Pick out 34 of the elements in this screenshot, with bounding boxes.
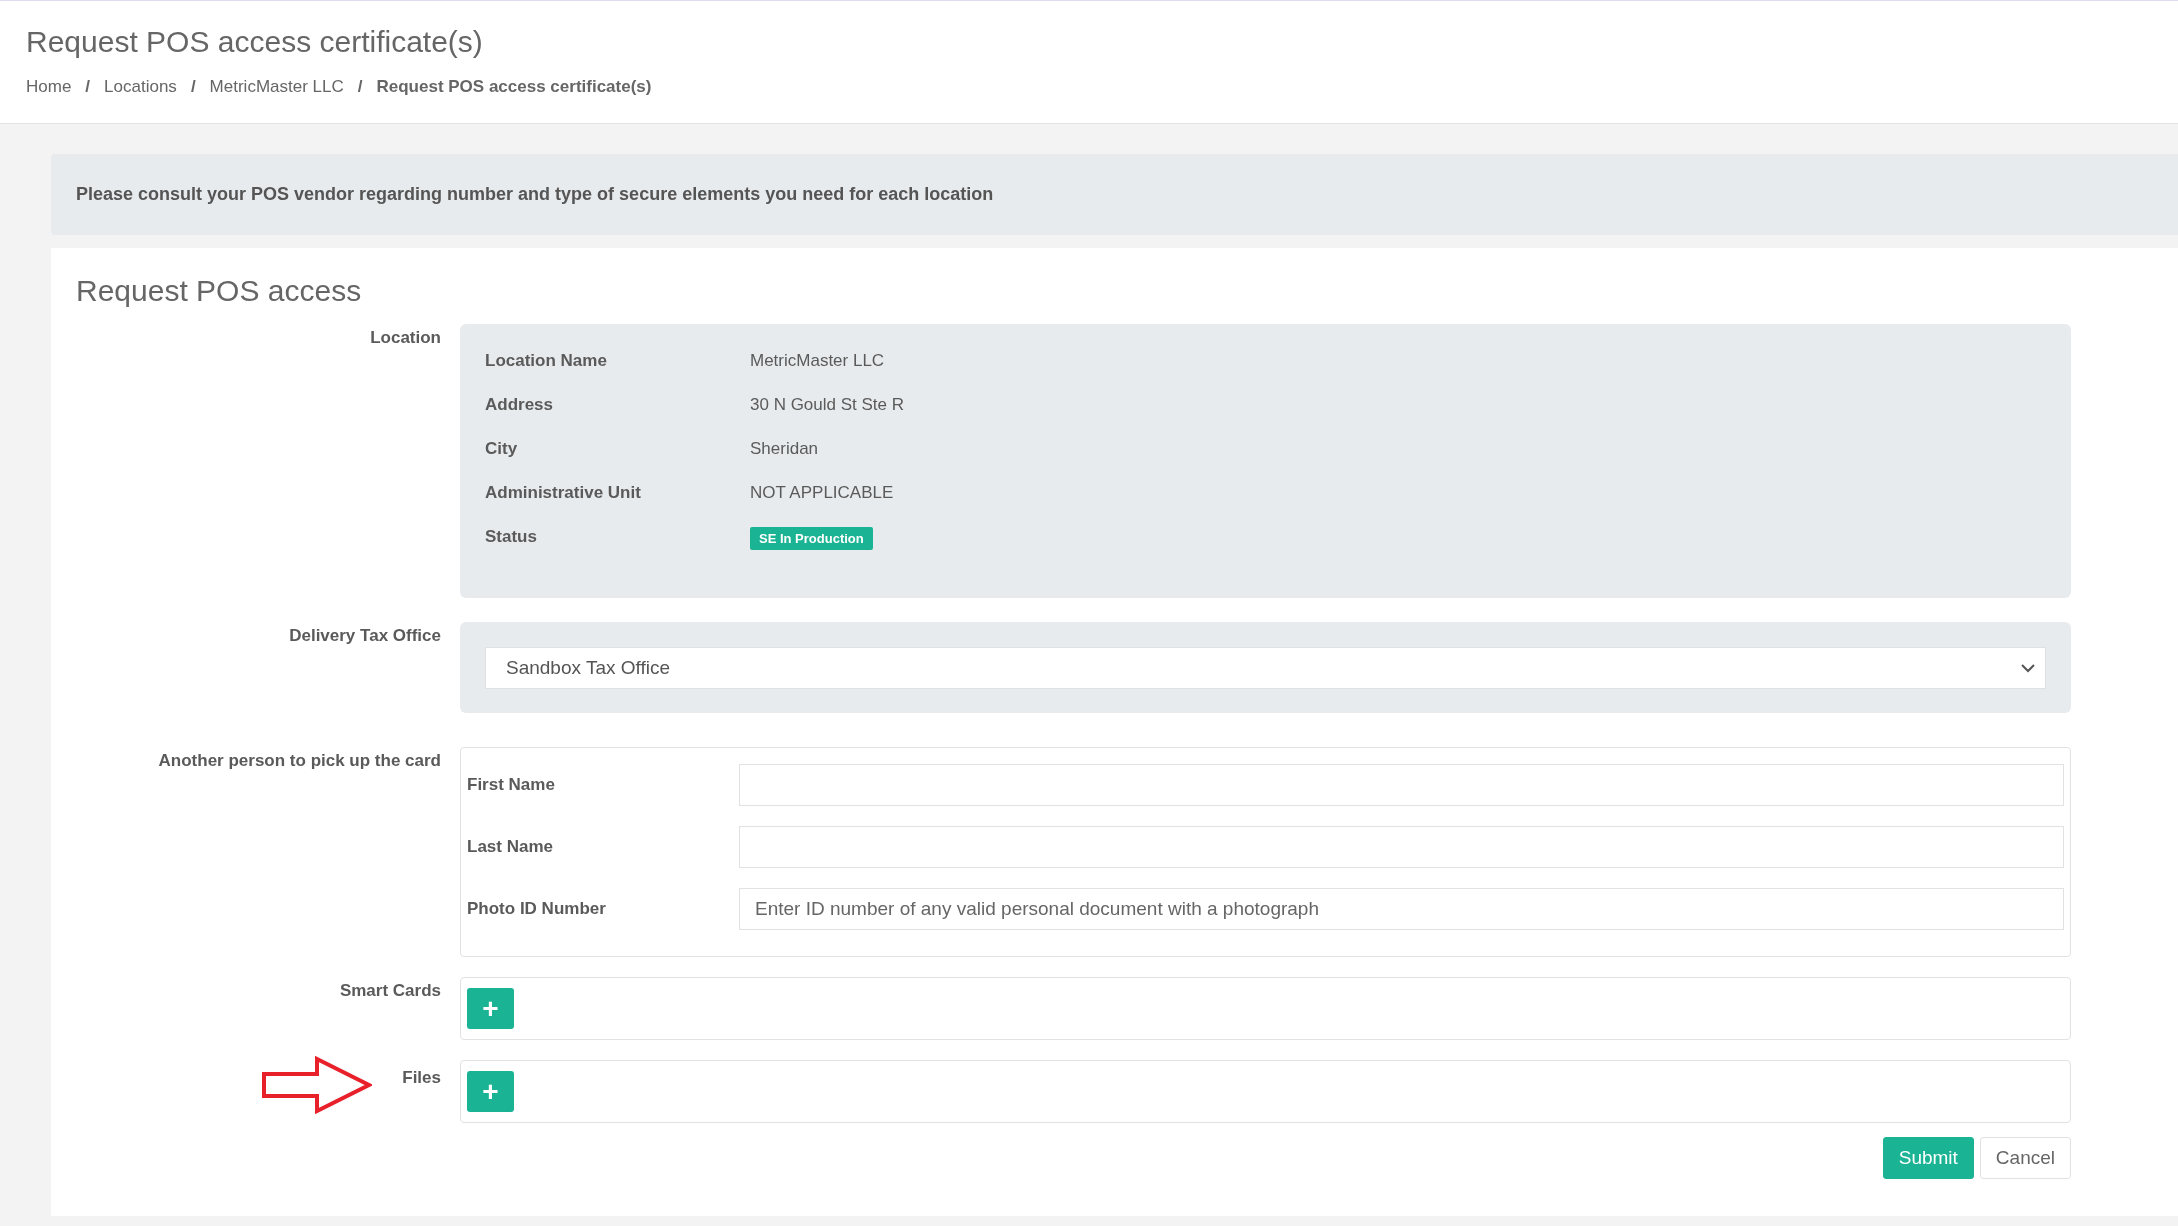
- info-label: Address: [485, 395, 555, 415]
- field-label: Location: [370, 327, 441, 348]
- field-label: Files: [402, 1067, 441, 1088]
- info-label: City: [485, 439, 519, 459]
- breadcrumb-separator: /: [85, 77, 91, 97]
- current-page-label: Request POS access certificate(s): [376, 77, 652, 97]
- tax-office-select[interactable]: Sandbox Tax Office: [485, 647, 2046, 689]
- text-input[interactable]: Enter ID number of any valid personal document with a photograph: [739, 888, 2064, 930]
- form-title: Request POS access: [76, 274, 363, 308]
- info-notice: Please consult your POS vendor regarding number and type of secure elements you need for each location: [51, 154, 2178, 235]
- breadcrumb-separator: /: [190, 77, 196, 97]
- info-label: Location Name: [485, 351, 608, 371]
- field-label: Smart Cards: [339, 980, 441, 1001]
- info-label: Administrative Unit: [485, 483, 642, 503]
- cancel-button[interactable]: Cancel: [1979, 1137, 2071, 1179]
- page-title: Request POS access certificate(s): [26, 25, 484, 59]
- text-input[interactable]: [739, 826, 2064, 868]
- chevron-down-icon: [2021, 663, 2035, 673]
- info-value: MetricMaster LLC: [750, 351, 886, 371]
- info-value: Sheridan: [750, 439, 820, 459]
- field-label: Photo ID Number: [467, 899, 607, 919]
- info-value: NOT APPLICABLE: [750, 483, 895, 503]
- field-label: Delivery Tax Office: [289, 625, 441, 646]
- breadcrumb-link[interactable]: Home: [26, 77, 72, 97]
- field-label: Another person to pick up the card: [158, 750, 441, 771]
- breadcrumb-separator: /: [357, 77, 363, 97]
- field-label: Last Name: [467, 837, 554, 857]
- breadcrumb-link[interactable]: Locations: [104, 77, 177, 97]
- info-label: Status: [485, 527, 538, 548]
- text-input[interactable]: [739, 764, 2064, 806]
- info-value: 30 N Gould St Ste R: [750, 395, 906, 415]
- status-badge: SE In Production: [750, 527, 873, 550]
- breadcrumb-link[interactable]: MetricMaster LLC: [209, 77, 344, 97]
- field-label: First Name: [467, 775, 556, 795]
